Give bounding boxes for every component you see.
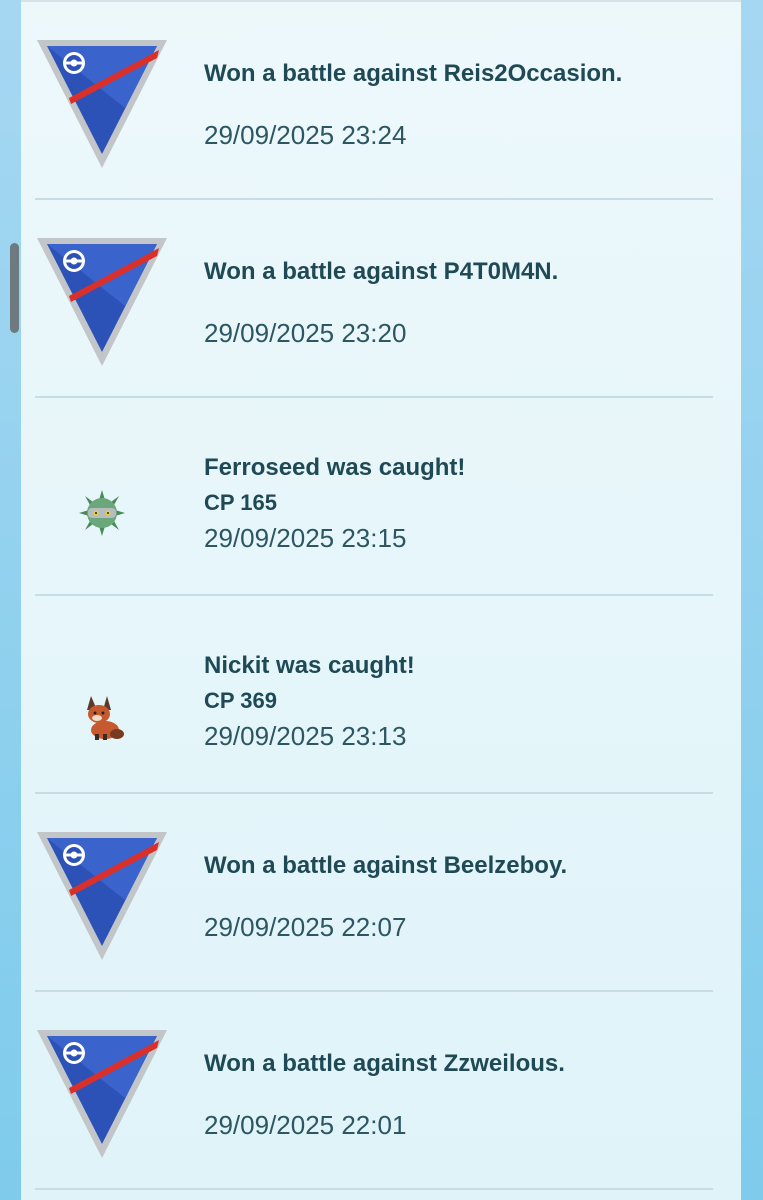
entry-timestamp: 29/09/2025 22:07 [204, 912, 407, 942]
entry-timestamp: 29/09/2025 23:20 [204, 318, 407, 348]
journal-panel: Won a battle against Reis2Occasion. 29/0… [21, 0, 741, 1200]
entry-timestamp: 29/09/2025 23:15 [204, 523, 407, 553]
journal-entry[interactable]: Ferroseed was caught! CP 165 29/09/2025 … [21, 398, 741, 596]
entry-title: Ferroseed was caught! [204, 454, 466, 481]
great-league-icon [35, 38, 169, 172]
great-league-icon [35, 830, 169, 964]
great-league-icon [35, 236, 169, 370]
journal-entry[interactable]: Won a battle against Reis2Occasion. 29/0… [21, 2, 741, 200]
great-league-icon [35, 1028, 169, 1162]
entry-title: Won a battle against Zzweilous. [204, 1050, 565, 1077]
ferroseed-icon [77, 488, 127, 538]
entry-title: Won a battle against P4T0M4N. [204, 258, 559, 285]
entry-title: Won a battle against Beelzeboy. [204, 852, 568, 879]
entry-cp: CP 369 [204, 688, 277, 713]
nickit-icon [77, 692, 127, 742]
entry-timestamp: 29/09/2025 23:13 [204, 721, 407, 751]
scrollbar-thumb[interactable] [10, 243, 19, 333]
journal-entry[interactable]: Nickit was caught! CP 369 29/09/2025 23:… [21, 596, 741, 794]
journal-entry[interactable]: Won a battle against Beelzeboy. 29/09/20… [21, 794, 741, 992]
journal-entry[interactable]: Won a battle against Zzweilous. 29/09/20… [21, 992, 741, 1190]
entry-timestamp: 29/09/2025 23:24 [204, 120, 407, 150]
entry-title: Won a battle against Reis2Occasion. [204, 60, 623, 87]
entry-cp: CP 165 [204, 490, 277, 515]
divider [35, 1188, 713, 1190]
entry-title: Nickit was caught! [204, 652, 415, 679]
journal-entry[interactable]: Won a battle against P4T0M4N. 29/09/2025… [21, 200, 741, 398]
entry-timestamp: 29/09/2025 22:01 [204, 1110, 407, 1140]
